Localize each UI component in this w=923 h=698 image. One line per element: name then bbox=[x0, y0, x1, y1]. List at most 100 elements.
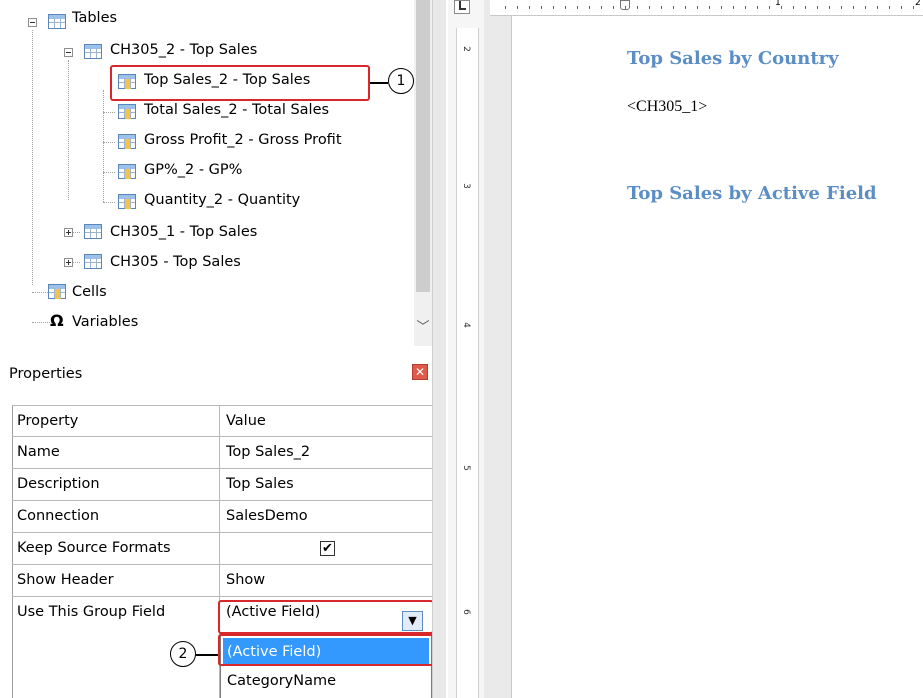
tree-item-quantity-2[interactable]: Quantity_2 - Quantity bbox=[140, 188, 304, 212]
property-row-show-header[interactable]: Show Header Show bbox=[12, 565, 432, 597]
annotation-leader-2 bbox=[196, 654, 218, 656]
ruler-tick bbox=[613, 6, 614, 9]
document-heading-country[interactable]: Top Sales by Country bbox=[627, 48, 839, 69]
annotation-leader-1 bbox=[370, 82, 388, 84]
property-value[interactable]: Top Sales_2 bbox=[226, 437, 426, 468]
ruler-tick bbox=[589, 6, 590, 9]
property-name: Description bbox=[17, 476, 100, 492]
property-value[interactable]: Show bbox=[226, 565, 426, 596]
scroll-down-icon[interactable]: ﹀ bbox=[414, 318, 432, 338]
ruler-tick bbox=[649, 6, 650, 9]
annotation-box-1 bbox=[110, 65, 370, 101]
ruler-tick bbox=[709, 6, 710, 9]
ruler-number: 4 bbox=[460, 322, 471, 328]
properties-title: Properties bbox=[9, 366, 83, 382]
ruler-tick bbox=[793, 6, 794, 9]
ruler-tick bbox=[505, 6, 506, 9]
ruler-tick bbox=[673, 6, 674, 9]
keep-source-formats-checkbox[interactable]: ✔ bbox=[320, 541, 335, 556]
ruler-number: 2 bbox=[915, 0, 921, 8]
ruler-tick bbox=[805, 6, 806, 9]
table-cell-icon bbox=[118, 194, 136, 209]
dropdown-option-categoryname[interactable]: CategoryName bbox=[223, 667, 429, 695]
cells-icon bbox=[48, 284, 66, 299]
column-header-property: Property bbox=[17, 413, 79, 429]
tree-item-gross-profit-2[interactable]: Gross Profit_2 - Gross Profit bbox=[140, 128, 346, 152]
ruler-tick bbox=[901, 6, 902, 9]
tree-scrollbar-thumb[interactable] bbox=[416, 0, 430, 292]
ruler-number: 6 bbox=[460, 609, 471, 615]
horizontal-ruler bbox=[490, 0, 923, 16]
tree-node-ch305-1[interactable]: CH305_1 - Top Sales bbox=[106, 220, 261, 244]
document-page[interactable] bbox=[512, 16, 923, 698]
property-row-name[interactable]: Name Top Sales_2 bbox=[12, 437, 432, 469]
ruler-number: 3 bbox=[460, 183, 471, 189]
template-tree: Tables CH305_2 - Top Sales Top Sales_2 -… bbox=[0, 0, 432, 346]
ruler-tick bbox=[577, 6, 578, 9]
ruler-tick bbox=[517, 6, 518, 9]
table-icon bbox=[84, 44, 102, 59]
ruler-tick bbox=[865, 6, 866, 9]
close-icon[interactable]: ✕ bbox=[412, 364, 428, 380]
tree-node-ch305-2[interactable]: CH305_2 - Top Sales bbox=[106, 38, 261, 62]
ruler-tick bbox=[841, 6, 842, 9]
annotation-box-combo bbox=[218, 600, 434, 634]
table-icon bbox=[84, 224, 102, 239]
table-icon bbox=[84, 254, 102, 269]
table-cell-icon bbox=[118, 134, 136, 149]
callout-1: 1 bbox=[388, 68, 414, 94]
expand-ch305-toggle[interactable] bbox=[64, 258, 73, 267]
annotation-box-2 bbox=[218, 634, 434, 666]
document-table-placeholder[interactable]: <CH305_1> bbox=[627, 98, 707, 116]
ruler-tick bbox=[697, 6, 698, 9]
tree-node-ch305[interactable]: CH305 - Top Sales bbox=[106, 250, 245, 274]
ruler-tick bbox=[889, 6, 890, 9]
ruler-tick bbox=[733, 6, 734, 9]
ruler-tick bbox=[637, 6, 638, 9]
tree-node-tables[interactable]: Tables bbox=[68, 6, 121, 30]
ruler-tick bbox=[721, 6, 722, 9]
property-name: Show Header bbox=[17, 572, 114, 588]
property-value[interactable]: Top Sales bbox=[226, 469, 426, 500]
property-grid-header: Property Value bbox=[12, 405, 432, 437]
property-row-keep-source-formats[interactable]: Keep Source Formats ✔ bbox=[12, 533, 432, 565]
tree-node-cells[interactable]: Cells bbox=[68, 280, 111, 304]
ruler-tick bbox=[685, 6, 686, 9]
vertical-ruler-track bbox=[456, 28, 479, 698]
tree-item-gp-percent-2[interactable]: GP%_2 - GP% bbox=[140, 158, 246, 182]
column-header-value: Value bbox=[226, 413, 266, 429]
expand-ch305-1-toggle[interactable] bbox=[64, 228, 73, 237]
ruler-tick bbox=[877, 6, 878, 9]
document-heading-active-field[interactable]: Top Sales by Active Field bbox=[627, 183, 877, 204]
ruler-tick bbox=[661, 6, 662, 9]
callout-2: 2 bbox=[170, 641, 196, 667]
ruler-tick bbox=[769, 6, 770, 9]
tables-folder-icon bbox=[48, 14, 66, 29]
property-row-description[interactable]: Description Top Sales bbox=[12, 469, 432, 501]
property-name: Connection bbox=[17, 508, 100, 524]
ruler-tick bbox=[829, 6, 830, 9]
ruler-tick bbox=[817, 6, 818, 9]
panel-splitter[interactable] bbox=[432, 0, 446, 698]
ruler-tick bbox=[541, 6, 542, 9]
ruler-tick bbox=[913, 6, 914, 9]
ruler-tick bbox=[553, 6, 554, 9]
property-name: Name bbox=[17, 444, 60, 460]
collapse-ch305-2-toggle[interactable] bbox=[64, 48, 73, 57]
ruler-number: 1 bbox=[775, 0, 781, 8]
ruler-tick bbox=[853, 6, 854, 9]
collapse-tables-toggle[interactable] bbox=[28, 18, 37, 27]
ruler-number: 5 bbox=[460, 465, 471, 471]
ruler-number: 2 bbox=[460, 46, 471, 52]
property-value[interactable]: SalesDemo bbox=[226, 501, 426, 532]
omega-icon: Ω bbox=[50, 311, 64, 330]
property-row-connection[interactable]: Connection SalesDemo bbox=[12, 501, 432, 533]
table-cell-icon bbox=[118, 104, 136, 119]
ruler-tick bbox=[781, 6, 782, 9]
ruler-tick bbox=[529, 6, 530, 9]
property-name: Use This Group Field bbox=[17, 604, 166, 620]
tree-node-variables[interactable]: Variables bbox=[68, 310, 142, 334]
tab-selector-icon[interactable] bbox=[454, 0, 470, 14]
tree-item-total-sales-2[interactable]: Total Sales_2 - Total Sales bbox=[140, 98, 333, 122]
ruler-tick bbox=[757, 6, 758, 9]
